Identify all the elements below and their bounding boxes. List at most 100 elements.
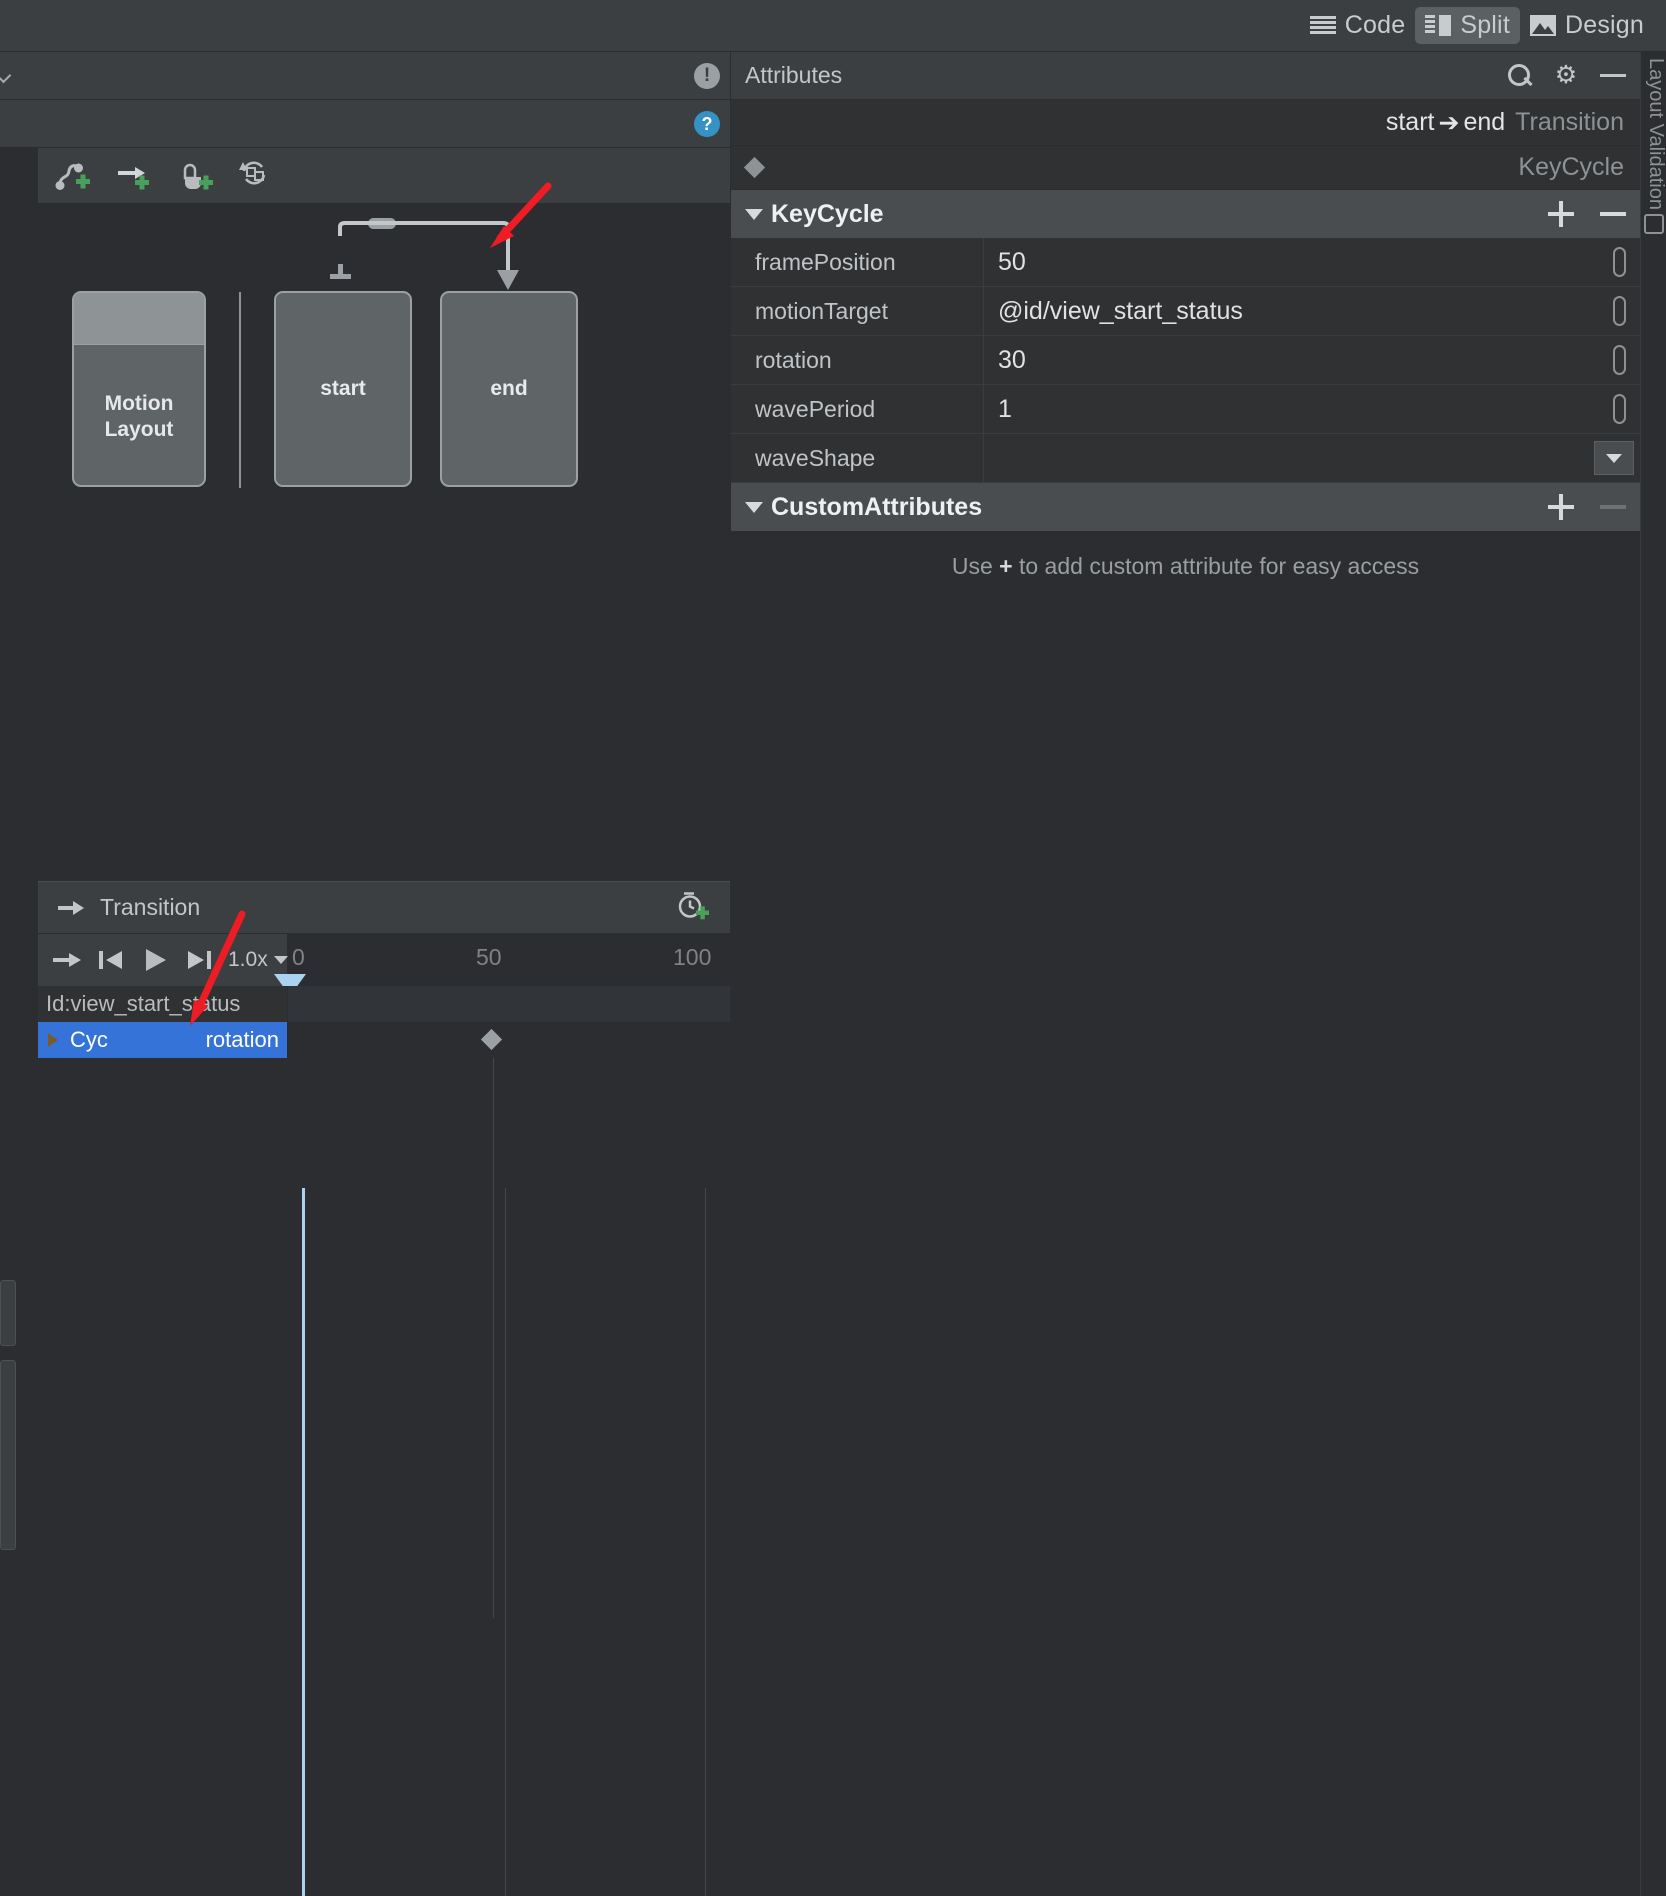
editor-mode-bar: Code Split Design: [0, 0, 1666, 52]
tab-split[interactable]: Split: [1415, 7, 1520, 44]
attr-key-frameposition: framePosition: [731, 238, 984, 286]
custom-attributes-hint-suffix: to add custom attribute for easy access: [1012, 553, 1420, 579]
section-header-keycycle[interactable]: KeyCycle: [731, 190, 1640, 238]
create-on-click-icon[interactable]: [176, 159, 216, 193]
custom-attributes-hint-plus: +: [999, 553, 1013, 579]
caret-down-icon[interactable]: [745, 501, 763, 513]
right-tool-strip-label[interactable]: Layout Validation: [1644, 58, 1666, 210]
timeline-row-attribute: rotation: [205, 1027, 279, 1052]
create-constraint-set-icon[interactable]: [52, 159, 92, 193]
section-header-keycycle-label: KeyCycle: [771, 199, 884, 228]
attr-value-frameposition[interactable]: 50: [984, 238, 1640, 286]
minimize-icon[interactable]: [1600, 74, 1626, 77]
section-header-customattributes[interactable]: CustomAttributes: [731, 483, 1640, 531]
ruler-tick-0: 0: [292, 944, 305, 970]
timeline-transport-controls: 1.0x: [38, 934, 288, 986]
keyframe-diamond-icon: [743, 156, 766, 179]
tab-split-label: Split: [1460, 11, 1510, 39]
timeline-row-keycycle-track[interactable]: [288, 1022, 730, 1058]
notification-strip: ?: [0, 100, 730, 148]
refresh-icon[interactable]: [238, 158, 270, 193]
timeline-body[interactable]: [38, 1058, 730, 1618]
attr-value-waveperiod[interactable]: 1: [984, 385, 1640, 433]
create-transition-icon[interactable]: [114, 159, 154, 193]
layout-validation-tab-icon[interactable]: [1644, 214, 1664, 234]
attr-row-motiontarget[interactable]: motionTarget @id/view_start_status: [731, 287, 1640, 336]
gear-icon[interactable]: ⚙: [1554, 62, 1578, 88]
attributes-panel: Attributes ⚙ start ➔ end Transition KeyC…: [730, 52, 1640, 1896]
tab-design-label: Design: [1564, 11, 1644, 39]
transition-connector[interactable]: [328, 218, 528, 298]
attr-value-frameposition-text: 50: [998, 247, 1026, 276]
help-icon[interactable]: ?: [694, 110, 720, 137]
warning-icon[interactable]: !: [694, 62, 720, 89]
loop-forward-icon[interactable]: [52, 945, 82, 975]
section-customattributes-actions: [1548, 494, 1626, 520]
timeline-row-object[interactable]: Id:view_start_status: [38, 986, 730, 1022]
timeline-row-keycycle-label[interactable]: Cyc rotation: [38, 1022, 288, 1058]
code-lines-icon: [1309, 16, 1336, 35]
expand-triangle-icon[interactable]: [48, 1033, 58, 1047]
play-icon[interactable]: [140, 945, 170, 975]
editor-mode-group: Code Split Design: [1300, 7, 1654, 44]
attr-key-waveperiod: wavePeriod: [731, 385, 984, 433]
value-slider-handle[interactable]: [1613, 394, 1626, 424]
state-card-start[interactable]: start: [274, 291, 412, 487]
remove-attribute-button[interactable]: [1600, 212, 1626, 216]
attr-value-rotation-text: 30: [998, 345, 1026, 374]
attr-value-waveshape[interactable]: [984, 434, 1640, 482]
split-view-icon: [1425, 15, 1452, 36]
value-slider-handle[interactable]: [1613, 345, 1626, 375]
add-attribute-button[interactable]: [1548, 201, 1574, 227]
selection-type: KeyCycle: [1518, 153, 1624, 181]
right-arrow-icon: ➔: [1438, 108, 1460, 137]
custom-attributes-hint: Use + to add custom attribute for easy a…: [731, 531, 1640, 580]
timeline-row-object-track[interactable]: [288, 986, 730, 1022]
chevron-down-icon: [1606, 453, 1622, 463]
attributes-selection-header: start ➔ end Transition: [731, 100, 1640, 146]
timeline-rows: Id:view_start_status Cyc rotation: [38, 986, 730, 1058]
value-slider-handle[interactable]: [1613, 247, 1626, 277]
attr-key-motiontarget: motionTarget: [731, 287, 984, 335]
motion-design-canvas[interactable]: Motion Layout start end: [38, 182, 730, 882]
timeline-controls-row: 1.0x 0 50 100: [38, 934, 730, 996]
skip-to-end-icon[interactable]: [184, 945, 214, 975]
attr-value-rotation[interactable]: 30: [984, 336, 1640, 384]
chevron-down-icon: [273, 956, 288, 964]
search-icon[interactable]: [1508, 63, 1532, 88]
chevron-down-icon[interactable]: [0, 67, 14, 85]
remove-custom-attribute-button[interactable]: [1600, 505, 1626, 509]
left-tool-tab-1[interactable]: [0, 1280, 16, 1346]
add-keyframe-clock-icon[interactable]: [676, 889, 710, 926]
waveshape-dropdown-button[interactable]: [1594, 441, 1634, 475]
keyframe-marker[interactable]: [480, 1028, 503, 1051]
attr-row-waveshape[interactable]: waveShape: [731, 434, 1640, 483]
motion-layout-card[interactable]: Motion Layout: [72, 291, 206, 487]
caret-down-icon[interactable]: [745, 208, 763, 220]
timeline-row-keycycle[interactable]: Cyc rotation: [38, 1022, 730, 1058]
motion-editor-window: Code Split Design ! ? Motion Layout star…: [0, 0, 1666, 1896]
state-card-start-label: start: [320, 377, 366, 400]
playback-speed-label: 1.0x: [228, 948, 268, 971]
transition-arrow-icon: [58, 900, 84, 915]
attr-row-rotation[interactable]: rotation 30: [731, 336, 1640, 385]
attr-row-frameposition[interactable]: framePosition 50: [731, 238, 1640, 287]
skip-to-start-icon[interactable]: [96, 945, 126, 975]
tab-design[interactable]: Design: [1520, 7, 1654, 44]
playback-speed-dropdown[interactable]: 1.0x: [228, 948, 288, 972]
state-card-end[interactable]: end: [440, 291, 578, 487]
attr-row-waveperiod[interactable]: wavePeriod 1: [731, 385, 1640, 434]
left-tool-tab-2[interactable]: [0, 1360, 16, 1550]
timeline-gridline-100: [493, 1058, 494, 1618]
value-slider-handle[interactable]: [1613, 296, 1626, 326]
timeline-title: Transition: [100, 894, 201, 920]
attr-key-waveshape: waveShape: [731, 434, 984, 482]
attr-key-rotation: rotation: [731, 336, 984, 384]
attr-value-motiontarget[interactable]: @id/view_start_status: [984, 287, 1640, 335]
motion-layout-card-label: Motion Layout: [74, 391, 204, 443]
timeline-ruler[interactable]: 0 50 100: [274, 934, 730, 996]
add-custom-attribute-button[interactable]: [1548, 494, 1574, 520]
tab-code[interactable]: Code: [1300, 7, 1416, 44]
attributes-panel-title: Attributes: [745, 62, 843, 88]
design-image-icon: [1529, 15, 1556, 36]
